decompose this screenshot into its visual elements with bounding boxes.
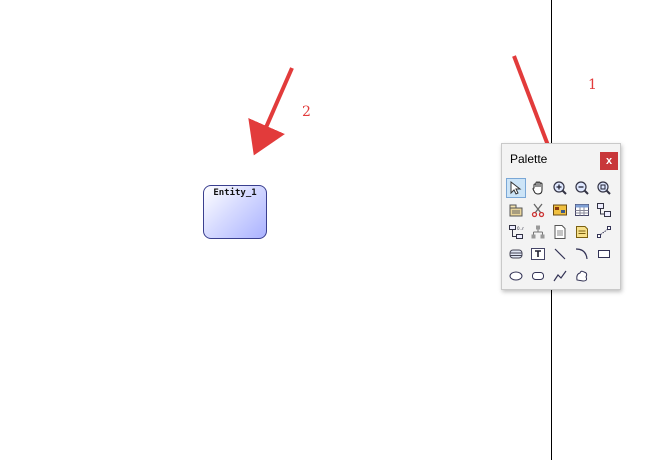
palette-window[interactable]: Palette x 0..n [501,143,621,290]
entity-tool[interactable] [550,200,570,220]
note-tool[interactable] [572,222,592,242]
zoom-fit-icon [597,181,611,195]
annotation-label-2: 2 [302,104,311,120]
entity-shape[interactable]: Entity_1 [203,185,267,239]
hierarchy-icon [531,225,545,239]
palette-title: Palette [510,152,548,166]
ellipse-tool[interactable] [506,266,526,286]
polyline-icon [553,270,567,282]
zoom-out-icon [575,181,589,195]
link-icon [597,226,611,238]
arc-icon [575,248,588,260]
note-icon [576,226,588,238]
svg-text:0..n: 0..n [517,226,524,231]
rounded-rectangle-tool[interactable] [528,266,548,286]
inheritance-tool[interactable]: 0..n [506,222,526,242]
annotation-label-1: 1 [588,77,597,93]
rectangle-tool[interactable] [594,244,614,264]
zoom-out-tool[interactable] [572,178,592,198]
delete-tool[interactable] [528,200,548,220]
delete-scissors-icon [531,203,545,218]
rectangle-icon [598,250,610,258]
table-icon [575,204,589,216]
zoom-fit-tool[interactable] [594,178,614,198]
relationship-tool[interactable] [594,200,614,220]
relationship-icon [597,203,611,217]
hierarchy-tool[interactable] [528,222,548,242]
inheritance-icon: 0..n [509,225,524,239]
package-icon [509,204,523,217]
zoom-in-icon [553,181,567,195]
rounded-rectangle-icon [532,272,544,280]
palette-tool-grid: 0..n [505,177,617,287]
close-button[interactable]: x [600,152,618,170]
entity-icon [553,204,567,216]
freeform-icon [576,270,588,282]
hand-grabber-icon [532,181,543,195]
link-tool[interactable] [594,222,614,242]
entity-label: Entity_1 [213,188,257,198]
file-tool[interactable] [550,222,570,242]
ellipse-icon [509,271,523,281]
pointer-icon [510,180,522,195]
zoom-in-tool[interactable] [550,178,570,198]
text-tool[interactable] [528,244,548,264]
arc-tool[interactable] [572,244,592,264]
package-tool[interactable] [506,200,526,220]
hand-tool[interactable] [528,178,548,198]
table-tool[interactable] [572,200,592,220]
line-tool[interactable] [550,244,570,264]
line-icon [554,248,566,260]
database-icon [509,249,523,259]
file-icon [554,225,566,239]
freeform-tool[interactable] [572,266,592,286]
pointer-tool[interactable] [506,178,526,198]
text-icon [531,248,545,260]
polyline-tool[interactable] [550,266,570,286]
database-tool[interactable] [506,244,526,264]
